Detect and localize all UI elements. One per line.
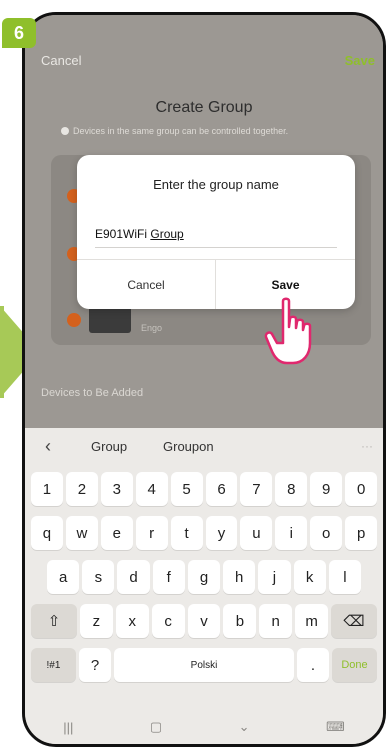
key[interactable]: v: [187, 604, 221, 638]
key[interactable]: s: [82, 560, 115, 594]
keyboard: ‹ Group Groupon ··· 1 2 3 4 5 6 7 8 9 0 …: [25, 428, 383, 744]
key[interactable]: k: [293, 560, 326, 594]
group-name-dialog: Enter the group name E901WiFi Group Canc…: [77, 155, 355, 309]
save-button[interactable]: Save: [345, 53, 375, 68]
home-icon[interactable]: ▢: [150, 719, 162, 735]
device-image: [89, 305, 131, 333]
key[interactable]: y: [205, 516, 238, 550]
key[interactable]: h: [223, 560, 256, 594]
key[interactable]: f: [152, 560, 185, 594]
back-chevron-icon[interactable]: ‹: [45, 436, 51, 457]
key[interactable]: 9: [310, 472, 343, 506]
suggestion-item[interactable]: Groupon: [163, 439, 214, 454]
key[interactable]: j: [258, 560, 291, 594]
input-underline: [95, 247, 337, 248]
key[interactable]: 6: [205, 472, 238, 506]
key[interactable]: 2: [65, 472, 98, 506]
key[interactable]: 0: [345, 472, 378, 506]
step-badge: 6: [2, 18, 36, 48]
group-name-input[interactable]: E901WiFi Group: [95, 227, 337, 245]
keyboard-icon[interactable]: ⌨: [326, 719, 345, 735]
key[interactable]: n: [259, 604, 293, 638]
recent-apps-icon[interactable]: |||: [63, 720, 73, 735]
period-key[interactable]: .: [296, 648, 330, 682]
key[interactable]: 4: [135, 472, 168, 506]
input-text: E901WiFi: [95, 227, 151, 241]
key[interactable]: m: [295, 604, 329, 638]
key[interactable]: 1: [31, 472, 63, 506]
suggestion-item[interactable]: Group: [91, 439, 127, 454]
key[interactable]: w: [65, 516, 98, 550]
dialog-title: Enter the group name: [153, 177, 279, 192]
top-bar: Cancel Save: [41, 53, 375, 68]
key[interactable]: t: [170, 516, 203, 550]
hint-label: Devices in the same group can be control…: [73, 126, 289, 136]
letter-row-2: a s d f g h j k l: [47, 560, 361, 594]
suggestion-bar: ‹ Group Groupon ···: [25, 428, 383, 464]
key[interactable]: z: [80, 604, 113, 638]
pointer-hand-icon: [264, 297, 312, 365]
hint-text: Devices in the same group can be control…: [61, 126, 288, 136]
key[interactable]: e: [100, 516, 133, 550]
key[interactable]: q: [31, 516, 63, 550]
key[interactable]: a: [47, 560, 80, 594]
more-suggestions[interactable]: ···: [361, 439, 373, 453]
key[interactable]: o: [310, 516, 343, 550]
key[interactable]: 3: [100, 472, 133, 506]
shift-icon[interactable]: ⇧: [31, 604, 77, 638]
key[interactable]: g: [187, 560, 221, 594]
key[interactable]: r: [135, 516, 168, 550]
info-icon: [61, 127, 69, 135]
device-name: Engo: [141, 323, 163, 333]
key[interactable]: x: [115, 604, 149, 638]
key[interactable]: i: [275, 516, 308, 550]
page-title: Create Group: [155, 99, 253, 116]
key[interactable]: 5: [170, 472, 203, 506]
key[interactable]: u: [240, 516, 273, 550]
key[interactable]: 8: [275, 472, 308, 506]
letter-row-3: ⇧ z x c v b n m ⌫: [31, 604, 378, 638]
devices-to-add-label: Devices to Be Added: [41, 387, 144, 399]
cancel-button[interactable]: Cancel: [41, 53, 81, 68]
input-underlined-text: Group: [150, 227, 184, 241]
key[interactable]: p: [345, 516, 378, 550]
navigation-bar: ||| ▢ ⌄ ⌨: [25, 704, 383, 744]
key[interactable]: b: [223, 604, 257, 638]
backspace-icon[interactable]: ⌫: [331, 604, 378, 638]
dialog-cancel-button[interactable]: Cancel: [77, 259, 216, 309]
app-area: Cancel Save Create Group Devices in the …: [25, 15, 383, 428]
letter-row-1: q w e r t y u i o p: [31, 516, 378, 550]
bottom-key-row: !#1 ? Polski . Done: [31, 648, 377, 682]
key[interactable]: 7: [240, 472, 273, 506]
number-row: 1 2 3 4 5 6 7 8 9 0: [31, 472, 378, 506]
key[interactable]: d: [117, 560, 150, 594]
key[interactable]: c: [151, 604, 185, 638]
done-key[interactable]: Done: [332, 648, 377, 682]
space-key[interactable]: Polski: [114, 648, 294, 682]
remove-device-icon[interactable]: [67, 313, 81, 327]
symbols-key[interactable]: !#1: [31, 648, 76, 682]
question-key[interactable]: ?: [78, 648, 112, 682]
key[interactable]: l: [328, 560, 361, 594]
back-icon[interactable]: ⌄: [239, 719, 250, 735]
phone-frame: Cancel Save Create Group Devices in the …: [22, 12, 386, 747]
